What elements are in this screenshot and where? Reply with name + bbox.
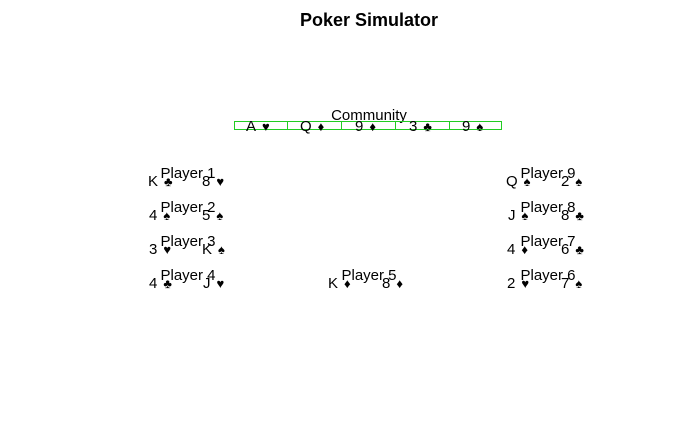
player-8-card-1: J ♠ [508, 207, 529, 224]
heart-icon: ♥ [216, 174, 225, 189]
player-6-card-2: 7 ♠ [561, 275, 583, 292]
heart-icon: ♥ [521, 276, 530, 291]
club-icon: ♣ [423, 119, 432, 134]
community-card-3: 9 ♦ [355, 118, 376, 135]
player-5-card-1: K ♦ [328, 275, 351, 292]
club-icon: ♣ [163, 276, 172, 291]
community-card-4: 3 ♣ [409, 118, 432, 135]
player-7-card-2: 6 ♣ [561, 241, 584, 258]
diamond-icon: ♦ [521, 242, 528, 257]
spade-icon: ♠ [521, 208, 529, 223]
club-icon: ♣ [164, 174, 173, 189]
spade-icon: ♠ [163, 208, 171, 223]
community-card-1: A ♥ [246, 118, 270, 135]
heart-icon: ♥ [163, 242, 172, 257]
player-3-card-2: K ♠ [202, 241, 225, 258]
spade-icon: ♠ [218, 242, 225, 257]
player-1-card-1: K ♣ [148, 173, 173, 190]
player-4-card-1: 4 ♣ [149, 275, 172, 292]
player-6-card-1: 2 ♥ [507, 275, 530, 292]
player-2-card-2: 5 ♠ [202, 207, 224, 224]
club-icon: ♣ [575, 208, 584, 223]
spade-icon: ♠ [476, 119, 484, 134]
player-1-card-2: 8 ♥ [202, 173, 225, 190]
spade-icon: ♠ [523, 174, 531, 189]
community-card-2: Q ♦ [300, 118, 325, 135]
player-4-card-2: J ♥ [203, 275, 225, 292]
player-9-card-1: Q ♠ [506, 173, 531, 190]
player-7-card-1: 4 ♦ [507, 241, 528, 258]
player-9-card-2: 2 ♠ [561, 173, 583, 190]
player-3-card-1: 3 ♥ [149, 241, 172, 258]
diamond-icon: ♦ [344, 276, 351, 291]
diamond-icon: ♦ [317, 119, 325, 134]
diamond-icon: ♦ [369, 119, 376, 134]
spade-icon: ♠ [575, 276, 583, 291]
community-card-5: 9 ♠ [462, 118, 484, 135]
spade-icon: ♠ [216, 208, 224, 223]
player-2-card-1: 4 ♠ [149, 207, 171, 224]
player-5-card-2: 8 ♦ [382, 275, 403, 292]
page-title: Poker Simulator [299, 10, 439, 30]
heart-icon: ♥ [216, 276, 225, 291]
spade-icon: ♠ [575, 174, 583, 189]
heart-icon: ♥ [262, 119, 270, 134]
club-icon: ♣ [575, 242, 584, 257]
player-8-card-2: 8 ♣ [561, 207, 584, 224]
diamond-icon: ♦ [396, 276, 403, 291]
